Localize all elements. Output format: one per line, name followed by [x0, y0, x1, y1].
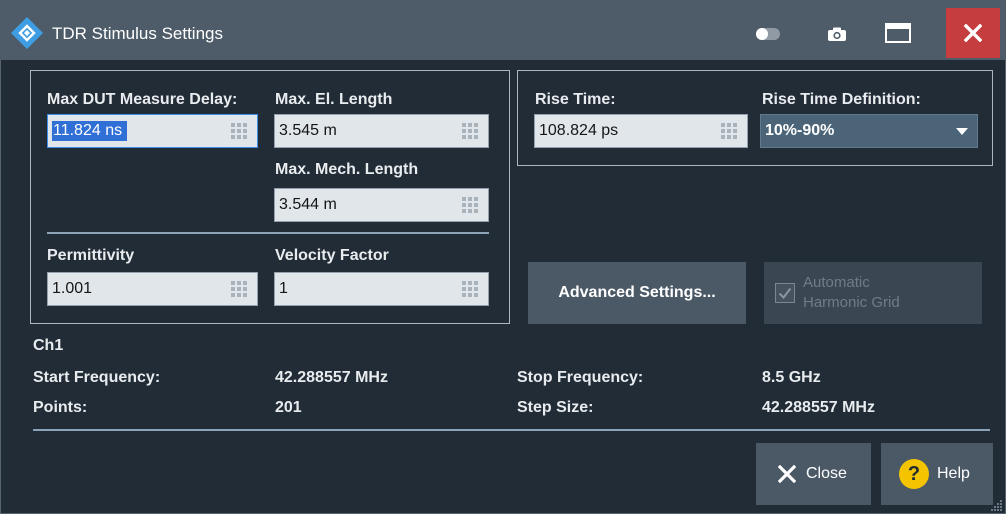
permittivity-input[interactable]: 1.001	[47, 272, 258, 306]
stop-frequency-value: 8.5 GHz	[762, 369, 821, 386]
max-dut-measure-delay-input[interactable]: 11.824 ns	[47, 114, 258, 148]
rise-time-definition-label: Rise Time Definition:	[762, 91, 921, 108]
automatic-harmonic-grid-checkbox[interactable]: Automatic Harmonic Grid	[764, 262, 982, 324]
start-frequency-value: 42.288557 MHz	[275, 369, 388, 386]
rise-time-input[interactable]: 108.824 ps	[534, 114, 748, 148]
keypad-icon[interactable]	[462, 197, 478, 213]
keypad-icon[interactable]	[231, 123, 247, 139]
title-bar[interactable]: TDR Stimulus Settings	[0, 0, 1006, 60]
rise-time-definition-value[interactable]: 10%-90%	[765, 121, 834, 141]
close-button-label: Close	[806, 465, 847, 482]
advanced-settings-label: Advanced Settings...	[558, 284, 716, 301]
max-el-length-label: Max. El. Length	[275, 91, 393, 108]
velocity-factor-input[interactable]: 1	[274, 272, 489, 306]
help-icon	[899, 459, 929, 489]
window-close-button[interactable]	[946, 8, 1000, 58]
keypad-icon[interactable]	[462, 123, 478, 139]
keypad-icon[interactable]	[721, 123, 737, 139]
rs-logo-icon	[11, 17, 43, 49]
start-frequency-label: Start Frequency:	[33, 369, 161, 386]
rise-time-value[interactable]: 108.824 ps	[539, 121, 618, 141]
maximize-icon[interactable]	[884, 22, 912, 44]
group-divider	[47, 232, 489, 234]
max-mech-length-label: Max. Mech. Length	[275, 161, 419, 178]
keypad-icon[interactable]	[231, 281, 247, 297]
rise-time-definition-select[interactable]: 10%-90%	[760, 114, 978, 148]
velocity-factor-label: Velocity Factor	[275, 247, 389, 264]
toggle-icon[interactable]	[755, 27, 781, 41]
channel-label: Ch1	[33, 337, 64, 354]
tdr-stimulus-settings-dialog: TDR Stimulus Settings Max DUT Measure De…	[0, 0, 1006, 514]
camera-icon[interactable]	[827, 26, 847, 42]
max-dut-measure-delay-label: Max DUT Measure Delay:	[47, 91, 238, 108]
rise-time-label: Rise Time:	[535, 91, 616, 108]
close-icon	[964, 24, 982, 42]
permittivity-value[interactable]: 1.001	[52, 279, 92, 299]
checkbox-box[interactable]	[775, 283, 795, 303]
permittivity-label: Permittivity	[47, 247, 135, 264]
chevron-down-icon[interactable]	[956, 128, 968, 135]
max-dut-measure-delay-value[interactable]: 11.824 ns	[52, 121, 128, 141]
distance-group: Max DUT Measure Delay: 11.824 ns Max. El…	[30, 70, 510, 324]
footer-divider	[33, 429, 990, 431]
points-label: Points:	[33, 399, 88, 416]
help-button-label: Help	[937, 465, 970, 482]
keypad-icon[interactable]	[462, 281, 478, 297]
advanced-settings-button[interactable]: Advanced Settings...	[528, 262, 746, 324]
points-value: 201	[275, 399, 302, 416]
max-mech-length-input[interactable]: 3.544 m	[274, 188, 489, 222]
window-title: TDR Stimulus Settings	[52, 24, 223, 43]
rise-time-group: Rise Time: 108.824 ps Rise Time Definiti…	[517, 70, 993, 166]
max-el-length-input[interactable]: 3.545 m	[274, 114, 489, 148]
step-size-value: 42.288557 MHz	[762, 399, 875, 416]
harmonic-grid-check-icon	[778, 287, 792, 300]
max-el-length-value[interactable]: 3.545 m	[279, 121, 337, 141]
velocity-factor-value[interactable]: 1	[279, 279, 288, 299]
max-mech-length-value[interactable]: 3.544 m	[279, 195, 337, 215]
close-button[interactable]: Close	[756, 443, 871, 505]
step-size-label: Step Size:	[517, 399, 594, 416]
harmonic-grid-label-line1: Automatic	[803, 274, 870, 291]
help-button[interactable]: Help	[881, 443, 993, 505]
harmonic-grid-label-line2: Harmonic Grid	[803, 294, 900, 311]
stop-frequency-label: Stop Frequency:	[517, 369, 644, 386]
close-x-icon	[778, 465, 796, 483]
resize-grip-icon[interactable]	[991, 499, 1003, 511]
